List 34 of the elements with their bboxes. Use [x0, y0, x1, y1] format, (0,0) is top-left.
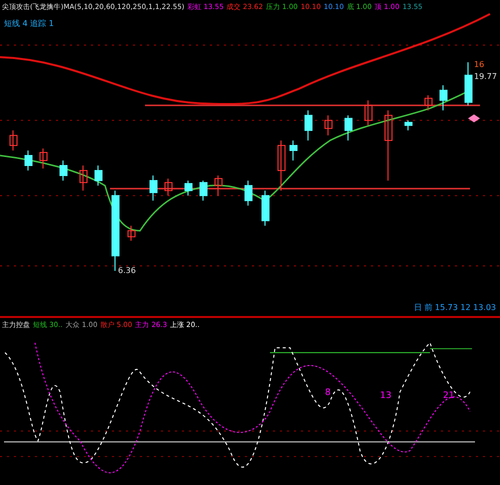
candlestick — [80, 165, 88, 192]
candlestick — [324, 114, 332, 136]
candlestick — [404, 120, 412, 131]
candlestick — [40, 148, 48, 170]
price-label: 6.36 — [118, 266, 136, 275]
candlestick — [128, 225, 136, 242]
candlestick — [440, 84, 448, 111]
candlestick — [424, 94, 432, 111]
date-price-info: 日 前 15.73 12 13.03 — [414, 302, 496, 313]
candlestick — [184, 180, 192, 196]
candlestick — [290, 140, 298, 161]
price-label: 19.77 — [474, 72, 497, 81]
candlestick — [364, 100, 372, 126]
candlestick — [262, 190, 270, 226]
candlestick — [60, 160, 68, 182]
candlestick — [94, 165, 102, 186]
candlestick — [164, 178, 172, 196]
candlestick — [278, 140, 286, 192]
candlestick — [304, 110, 312, 141]
candlestick — [214, 175, 222, 196]
wave-count-label: 21 — [443, 391, 454, 401]
indicator-subtitle: 短线 4 追踪 1 — [3, 18, 55, 30]
candlestick — [10, 130, 18, 151]
wave-count-label: 8 — [325, 388, 331, 398]
candlestick — [384, 110, 392, 182]
price-label: 16 — [474, 60, 484, 69]
candlestick — [150, 175, 158, 202]
wave-count-label: 13 — [380, 391, 392, 401]
candlestick — [244, 180, 252, 206]
diamond-icon — [468, 114, 480, 122]
candlestick — [24, 150, 32, 172]
candlestick — [344, 114, 352, 141]
candlestick — [464, 62, 472, 106]
candlestick — [200, 180, 208, 202]
